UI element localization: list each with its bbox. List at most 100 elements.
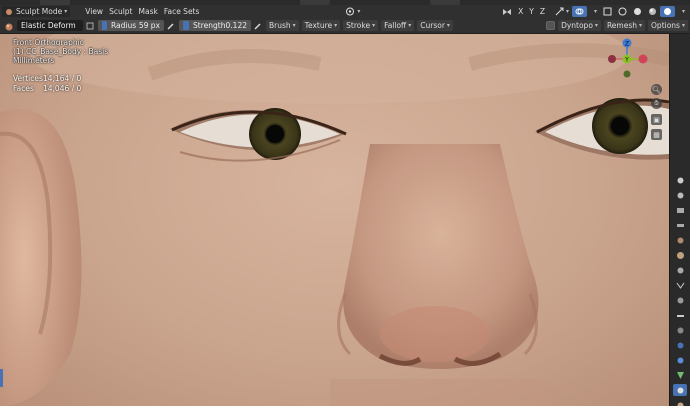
tool-snake-hook[interactable] [673,399,687,406]
shading-material[interactable] [645,6,660,17]
remesh-menu[interactable]: Remesh ▾ [603,20,646,31]
tool-shelf [669,34,690,406]
cursor-menu[interactable]: Cursor ▾ [417,20,453,31]
menu-sculpt[interactable]: Sculpt [106,6,135,17]
arrows-icon [555,7,564,16]
menu-view[interactable]: View [82,6,106,17]
chevron-down-icon: ▾ [357,8,361,15]
draw-brush-icon [677,177,683,183]
strength-field[interactable]: Strength 0.122 [179,20,251,31]
brush-menu[interactable]: Brush ▾ [266,20,299,31]
fill-icon [677,327,683,333]
overlays-toggle[interactable] [571,6,587,17]
view-name: Front Orthographic [13,38,84,47]
tool-flatten[interactable] [673,309,687,321]
options-menu[interactable]: Options ▾ [648,20,688,31]
pressure-strength-icon[interactable] [254,22,262,30]
rendered-sphere-icon [663,7,672,16]
forehead [30,34,630,104]
mode-selector[interactable]: Sculpt Mode ▾ [2,6,71,17]
menu-face-sets[interactable]: Face Sets [161,6,203,17]
radius-field[interactable]: Radius 59 px [98,20,164,31]
symmetry-axis-y[interactable]: Y [526,6,537,17]
tool-draw-sharp[interactable] [673,189,687,201]
falloff-menu[interactable]: Falloff ▾ [381,20,415,31]
gizmo-z-label: Z [625,41,629,48]
snake-hook-icon [677,402,683,406]
texture-menu[interactable]: Texture ▾ [301,20,341,31]
tool-clay-strips[interactable] [673,219,687,231]
stat-label: Vertices [13,74,43,83]
tool-pinch[interactable] [673,369,687,381]
left-panel-toggle[interactable] [0,369,3,387]
stat-value: 14,046 / 0 [43,84,82,93]
strength-label: Strength [193,21,226,30]
hand-icon: ✋︎ [654,99,659,107]
tool-blob[interactable] [673,264,687,276]
blob-icon [677,267,683,273]
upper-lip-area [330,379,550,406]
tool-draw[interactable] [673,174,687,186]
gizmo-y-label: Y [624,57,629,64]
scene-units: Millimeters [13,56,55,65]
ortho-toggle-button[interactable]: ▦ [651,129,662,140]
navigation-gizmo[interactable]: Z Y [597,37,657,97]
sculpt-mode-icon [5,8,13,16]
chevron-down-icon: ▾ [372,22,376,29]
brush-name-field[interactable]: Elastic Deform [17,20,83,31]
shading-solid[interactable] [630,6,645,17]
shading-dropdown[interactable]: ▾ [677,6,688,17]
chevron-down-icon: ▾ [334,22,338,29]
overlays-dropdown[interactable]: ▾ [589,6,600,17]
tool-multiplane-scrape[interactable] [673,354,687,366]
chevron-down-icon: ▾ [639,22,643,29]
symmetry-axis-z[interactable]: Z [537,6,548,17]
xray-icon [603,7,612,16]
chevron-down-icon: ▾ [681,8,685,15]
gizmo-x[interactable] [638,54,648,64]
tool-scrape[interactable] [673,339,687,351]
camera-view-button[interactable]: ▣ [651,114,662,125]
symmetry-toggle[interactable] [499,6,515,17]
3d-viewport[interactable]: Front Orthographic (1) CC_Base_Body : Ba… [0,34,669,406]
axis-gizmo: Z Y [608,38,648,78]
chevron-down-icon: ▾ [64,8,68,15]
xray-toggle[interactable] [600,6,615,17]
brush-settings-icon[interactable] [86,22,94,30]
tool-fill[interactable] [673,324,687,336]
pressure-radius-icon[interactable] [167,22,175,30]
symmetry-axis-x[interactable]: X [515,6,526,17]
tool-smooth[interactable] [673,294,687,306]
viewport-header: Sculpt Mode ▾ View Sculpt Mask Face Sets… [0,5,690,18]
tool-clay[interactable] [673,204,687,216]
menu-mask[interactable]: Mask [136,6,161,17]
chevron-down-icon: ▾ [565,8,569,15]
stat-value: 14,164 / 0 [43,74,82,83]
radius-label: Radius [111,21,137,30]
dyntopo-checkbox[interactable] [546,21,556,30]
scrape-icon [677,342,683,348]
gizmo-neg-x[interactable] [608,55,616,63]
draw-sharp-icon [677,192,683,198]
chevron-down-icon: ▾ [593,8,597,15]
gizmo-neg-y[interactable] [623,70,631,78]
shading-wireframe[interactable] [615,6,630,17]
dyntopo-menu[interactable]: Dyntopo ▾ [558,20,601,31]
transform-pivot-dropdown[interactable]: ▾ [342,6,363,17]
chevron-down-icon: ▾ [292,22,296,29]
stat-label: Faces [13,84,34,93]
tool-crease[interactable] [673,279,687,291]
face-render [0,34,669,406]
tool-settings-bar: Elastic Deform Radius 59 px Strength 0.1… [0,18,690,34]
zoom-button[interactable]: 🔍︎ [651,84,662,95]
multiplane-icon [677,357,683,363]
pan-button[interactable]: ✋︎ [651,98,662,109]
shading-rendered[interactable] [659,6,675,17]
tool-inflate[interactable] [673,249,687,261]
tool-elastic-deform[interactable] [673,384,687,396]
chevron-down-icon: ▾ [446,22,450,29]
viewport-gizmo-toggle[interactable]: ▾ [552,6,572,17]
stroke-menu[interactable]: Stroke ▾ [343,20,379,31]
tool-layer[interactable] [673,234,687,246]
chevron-down-icon: ▾ [408,22,412,29]
